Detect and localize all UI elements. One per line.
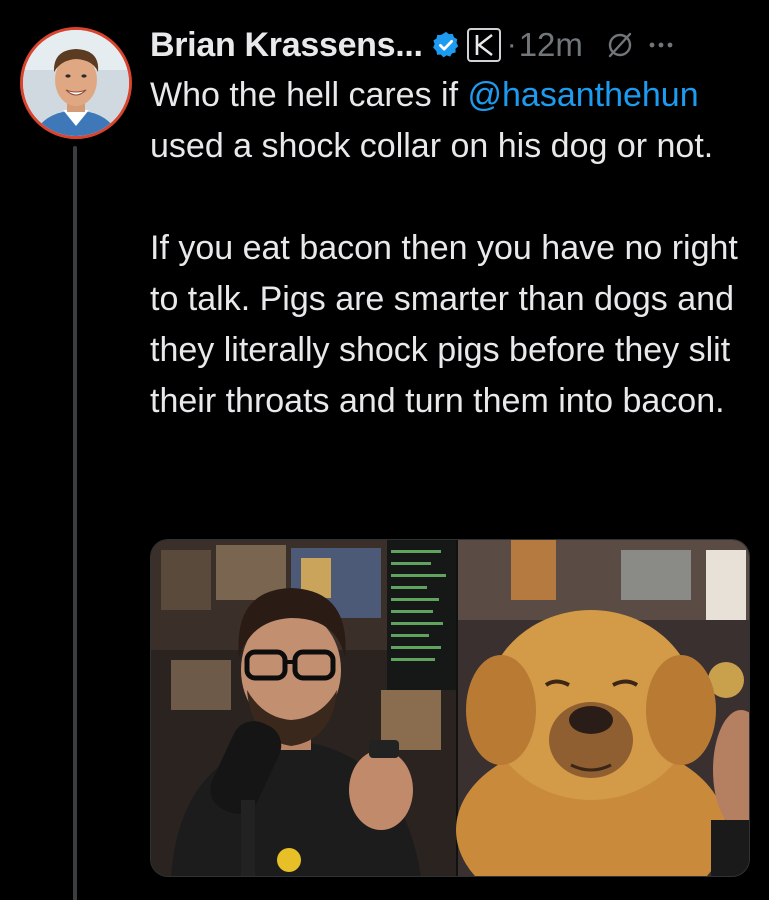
separator-dot: · — [506, 28, 517, 61]
verified-badge-icon — [431, 30, 461, 60]
more-dots-icon[interactable] — [647, 31, 675, 59]
author-name[interactable]: Brian Krassens... — [150, 26, 423, 65]
tweet-header: Brian Krassens... · 12m — [150, 20, 675, 70]
tweet-text-line1: Who the hell cares if — [150, 76, 468, 114]
avatar[interactable] — [20, 27, 132, 139]
tweet-paragraph-1: Who the hell cares if @hasanthehun used … — [150, 70, 750, 172]
tweet-text: Who the hell cares if @hasanthehun used … — [150, 70, 750, 427]
kalshi-k-icon[interactable] — [466, 28, 501, 62]
avatar-image — [23, 30, 129, 136]
tweet-text-line2: used a shock collar on his dog or not. — [150, 127, 714, 165]
thread-line — [73, 146, 77, 900]
tweet: Brian Krassens... · 12m Who the hell car… — [0, 0, 769, 900]
grok-icon[interactable] — [605, 30, 635, 60]
tweet-paragraph-2: If you eat bacon then you have no right … — [150, 229, 738, 420]
media-image — [151, 540, 749, 876]
tweet-media[interactable] — [150, 539, 750, 877]
mention-link[interactable]: @hasanthehun — [467, 76, 698, 114]
timestamp[interactable]: 12m — [519, 26, 583, 64]
